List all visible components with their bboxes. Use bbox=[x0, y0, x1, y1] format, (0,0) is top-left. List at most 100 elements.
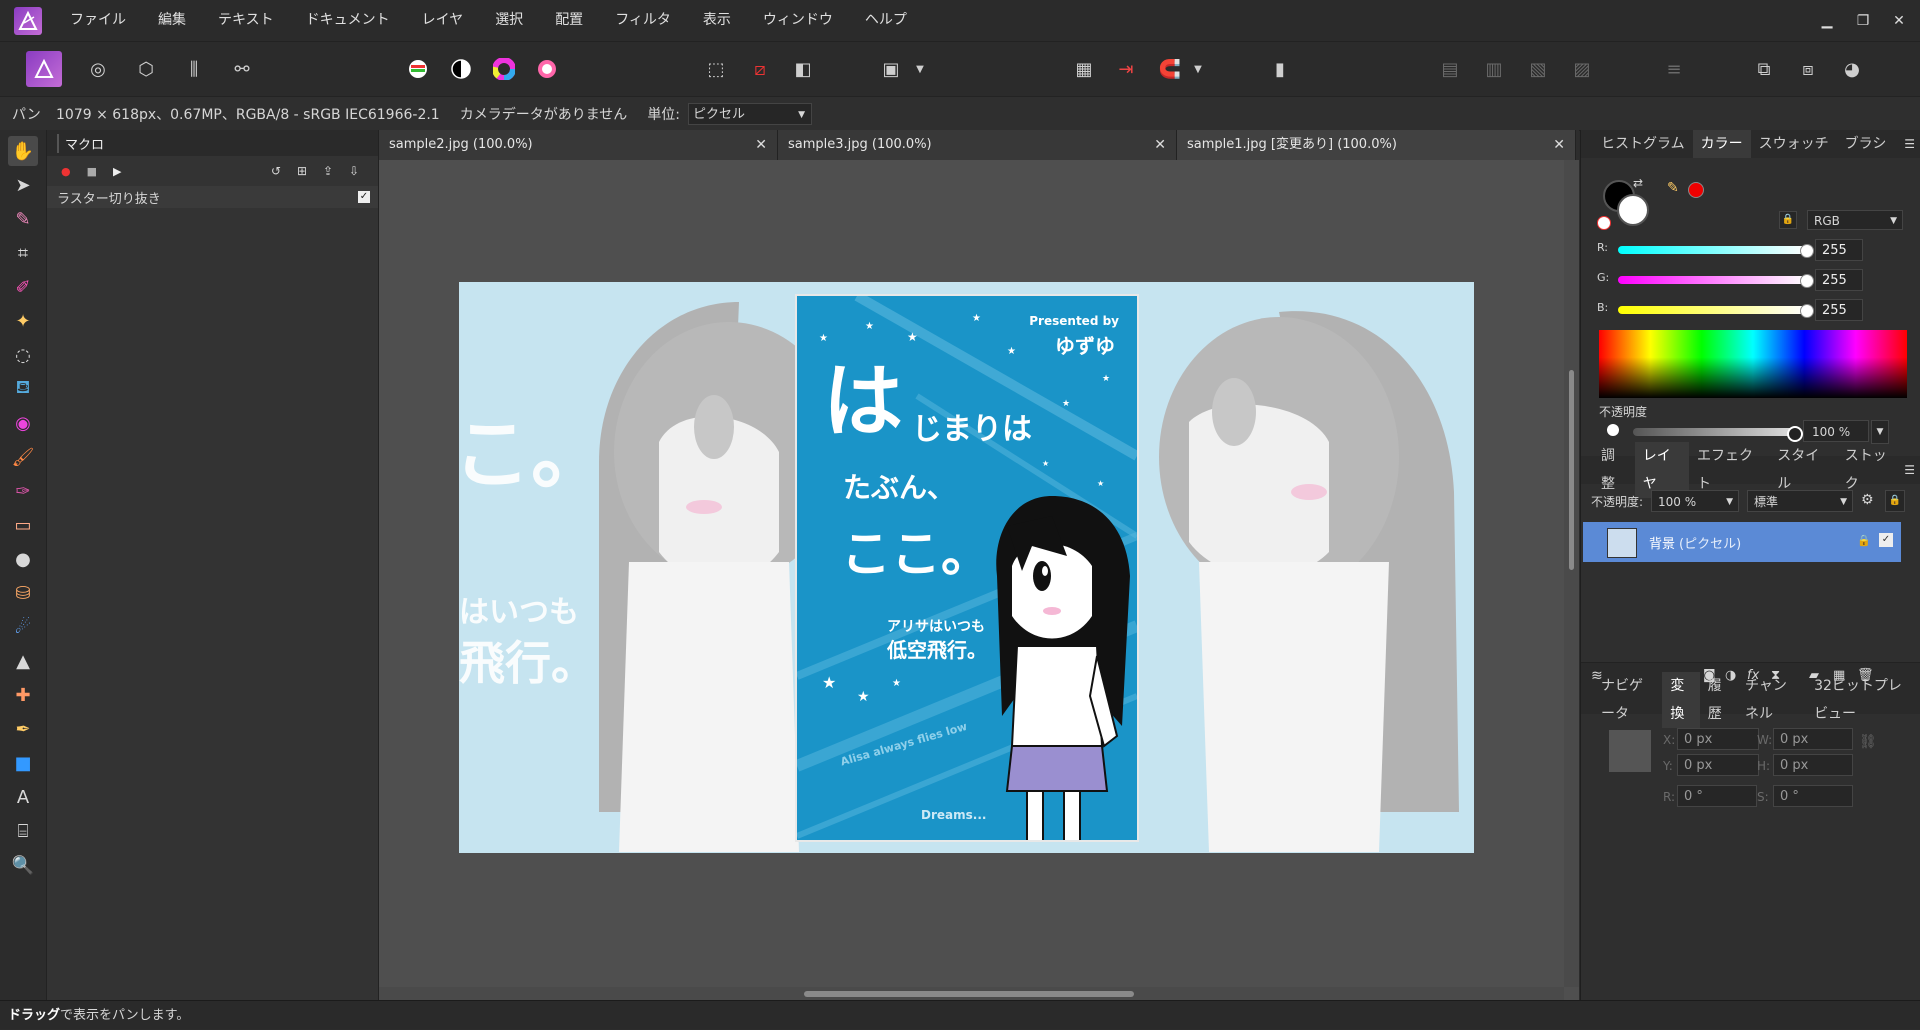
layer-opacity-field[interactable]: 100 % ▼ bbox=[1651, 490, 1739, 512]
layer-row-background[interactable]: 背景 (ピクセル) 🔒 ✓ bbox=[1583, 522, 1901, 562]
zoom-tool-icon[interactable]: 🔍 bbox=[8, 850, 38, 880]
close-icon[interactable]: ✕ bbox=[755, 130, 767, 160]
arrange-back-icon[interactable]: ▤ bbox=[1432, 51, 1468, 87]
macro-tab[interactable]: マクロ bbox=[57, 133, 110, 153]
tab-sample3[interactable]: sample3.jpg (100.0%) ✕ bbox=[778, 130, 1177, 160]
move-tool-icon[interactable]: ➤ bbox=[8, 170, 38, 200]
menu-text[interactable]: テキスト bbox=[202, 0, 290, 41]
erase-brush-icon[interactable]: ▭ bbox=[8, 510, 38, 540]
shear-field[interactable]: 0 ° bbox=[1773, 785, 1853, 807]
color-mode-select[interactable]: RGB ▼ bbox=[1807, 210, 1903, 230]
layer-settings-gear-icon[interactable]: ⚙ bbox=[1861, 492, 1874, 508]
quick-mask-icon[interactable]: ▣ bbox=[878, 51, 904, 87]
develop-persona-icon[interactable]: ⬡ bbox=[128, 51, 164, 87]
tab-sample1[interactable]: sample1.jpg [変更あり] (100.0%) ✕ bbox=[1177, 130, 1576, 160]
close-window-icon[interactable]: ✕ bbox=[1882, 0, 1916, 41]
menu-arrange[interactable]: 配置 bbox=[539, 0, 599, 41]
dodge-brush-icon[interactable]: ● bbox=[8, 544, 38, 574]
arrange-front-icon[interactable]: ▨ bbox=[1564, 51, 1600, 87]
crop-tool-icon[interactable]: ⌗ bbox=[8, 238, 38, 268]
assistant-icon[interactable]: ▮ bbox=[1262, 51, 1298, 87]
restore-icon[interactable]: ❐ bbox=[1846, 0, 1880, 41]
color-opacity-knob[interactable] bbox=[1787, 426, 1803, 442]
macro-item[interactable]: ラスター切り抜き ✓ bbox=[47, 186, 378, 208]
r-slider-knob[interactable] bbox=[1800, 244, 1814, 258]
snapping-magnet-icon[interactable]: 🧲 bbox=[1152, 51, 1188, 87]
r-value-field[interactable]: 255 bbox=[1815, 239, 1863, 261]
tab-swatches[interactable]: スウォッチ bbox=[1751, 130, 1837, 158]
b-value-field[interactable]: 255 bbox=[1815, 299, 1863, 321]
r-slider[interactable] bbox=[1618, 246, 1806, 254]
minimize-icon[interactable]: ▁ bbox=[1810, 0, 1844, 41]
import-macro-icon[interactable]: ⇩ bbox=[349, 164, 359, 178]
color-opacity-field[interactable]: 100 % bbox=[1803, 420, 1869, 442]
b-slider-knob[interactable] bbox=[1800, 304, 1814, 318]
invert-selection-icon[interactable]: ◧ bbox=[785, 51, 821, 87]
align-options-icon[interactable]: ≡ bbox=[1656, 51, 1692, 87]
layer-visibility-checkbox[interactable]: ✓ bbox=[1879, 533, 1893, 547]
close-icon[interactable]: ✕ bbox=[1154, 130, 1166, 160]
color-picker-tool-icon[interactable]: ✎ bbox=[8, 204, 38, 234]
h-field[interactable]: 0 px bbox=[1773, 754, 1853, 776]
clone-brush-icon[interactable]: ⛁ bbox=[8, 578, 38, 608]
add-to-library-icon[interactable]: ⊞ bbox=[297, 164, 307, 178]
tab-histogram[interactable]: ヒストグラム bbox=[1593, 130, 1693, 158]
no-fill-icon[interactable] bbox=[1597, 216, 1611, 230]
tab-history[interactable]: 履歴 bbox=[1700, 672, 1737, 728]
menu-view[interactable]: 表示 bbox=[687, 0, 747, 41]
grid-icon[interactable]: ▦ bbox=[1066, 51, 1102, 87]
unit-select[interactable]: ピクセル ▼ bbox=[688, 102, 813, 125]
blur-brush-icon[interactable]: ▲ bbox=[8, 646, 38, 676]
export-persona-icon[interactable]: ⚯ bbox=[224, 51, 260, 87]
flood-select-icon[interactable]: ✦ bbox=[8, 306, 38, 336]
boolean-add-icon[interactable]: ⧉ bbox=[1746, 51, 1782, 87]
align-icon[interactable]: ⇥ bbox=[1108, 51, 1144, 87]
menu-filter[interactable]: フィルタ bbox=[599, 0, 687, 41]
swap-colors-icon[interactable]: ⇄ bbox=[1633, 176, 1643, 190]
healing-brush-icon[interactable]: ✚ bbox=[8, 680, 38, 710]
menu-document[interactable]: ドキュメント bbox=[290, 0, 406, 41]
menu-edit[interactable]: 編集 bbox=[142, 0, 202, 41]
color-replace-brush-icon[interactable]: ✑ bbox=[8, 476, 38, 506]
lock-icon[interactable]: 🔒 bbox=[1885, 490, 1905, 512]
macro-item-checkbox[interactable]: ✓ bbox=[358, 191, 370, 203]
close-icon[interactable]: ✕ bbox=[1553, 130, 1565, 160]
rotation-field[interactable]: 0 ° bbox=[1677, 785, 1757, 807]
text-tool-icon[interactable]: A bbox=[8, 782, 38, 812]
tab-adjustments[interactable]: 調整 bbox=[1593, 442, 1635, 498]
vertical-scrollbar[interactable] bbox=[1564, 160, 1579, 987]
secondary-color-swatch[interactable] bbox=[1617, 194, 1649, 226]
menu-window[interactable]: ウィンドウ bbox=[747, 0, 849, 41]
menu-select[interactable]: 選択 bbox=[479, 0, 539, 41]
levels-icon[interactable] bbox=[400, 51, 436, 87]
boolean-intersect-icon[interactable]: ◕ bbox=[1834, 51, 1870, 87]
record-icon[interactable]: ● bbox=[61, 165, 71, 178]
tab-32bit-preview[interactable]: 32ビットプレビュー bbox=[1806, 672, 1920, 728]
export-macro-icon[interactable]: ⇪ bbox=[323, 164, 333, 178]
quick-mask-dropdown-icon[interactable]: ▼ bbox=[912, 51, 928, 87]
selection-brush-icon[interactable]: ✐ bbox=[8, 272, 38, 302]
stop-icon[interactable]: ■ bbox=[87, 165, 97, 178]
pan-tool-icon[interactable]: ✋ bbox=[8, 136, 38, 166]
x-field[interactable]: 0 px bbox=[1677, 728, 1759, 750]
flood-fill-icon[interactable]: ⛾ bbox=[8, 374, 38, 404]
snapping-dropdown-icon[interactable]: ▼ bbox=[1190, 51, 1206, 87]
b-slider[interactable] bbox=[1618, 306, 1806, 314]
app-logo-icon[interactable] bbox=[14, 6, 42, 35]
picked-color-swatch[interactable] bbox=[1688, 182, 1704, 198]
tab-brushes[interactable]: ブラシ bbox=[1837, 130, 1895, 158]
w-field[interactable]: 0 px bbox=[1773, 728, 1853, 750]
chevron-down-icon[interactable]: ▼ bbox=[1871, 420, 1889, 444]
lock-icon[interactable]: 🔒 bbox=[1779, 211, 1797, 229]
gradient-tool-icon[interactable]: ◉ bbox=[8, 408, 38, 438]
tab-color[interactable]: カラー bbox=[1692, 130, 1751, 158]
rectangle-tool-icon[interactable]: ■ bbox=[8, 748, 38, 778]
y-field[interactable]: 0 px bbox=[1677, 754, 1759, 776]
horizontal-scroll-thumb[interactable] bbox=[804, 991, 1134, 997]
menu-file[interactable]: ファイル bbox=[54, 0, 142, 41]
g-value-field[interactable]: 255 bbox=[1815, 269, 1863, 291]
photo-persona-icon[interactable] bbox=[26, 51, 62, 87]
boolean-subtract-icon[interactable]: ⧈ bbox=[1790, 51, 1826, 87]
marquee-select-icon[interactable]: ⬚ bbox=[698, 51, 734, 87]
smudge-brush-icon[interactable]: ☄ bbox=[8, 612, 38, 642]
